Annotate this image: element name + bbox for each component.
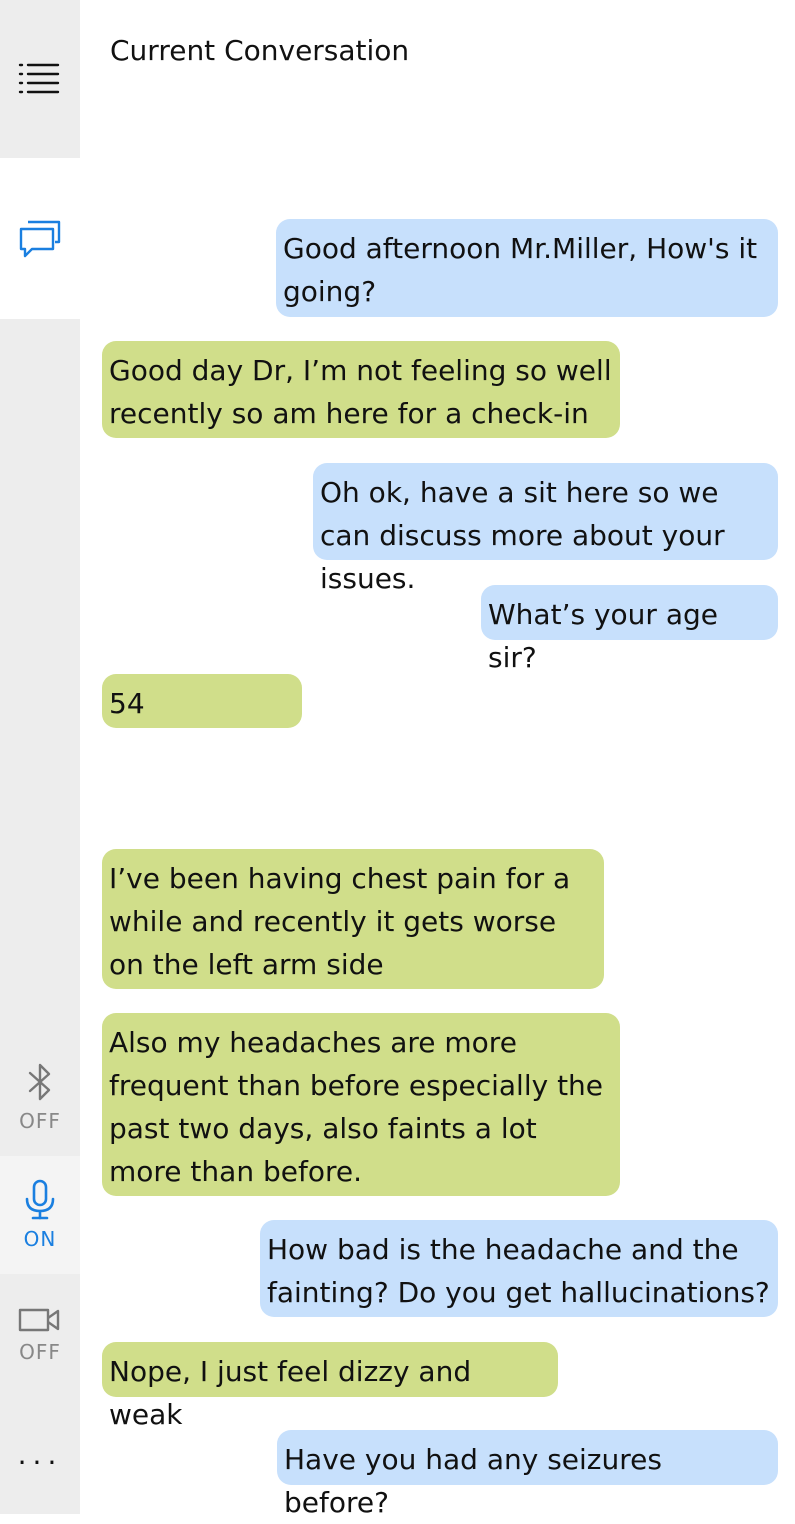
more-options-icon: ... [17,1438,63,1471]
message-doctor: How bad is the headache and the fainting… [260,1220,778,1317]
message-patient: Nope, I just feel dizzy and weak [102,1342,558,1431]
bluetooth-icon [28,1063,51,1101]
message-doctor: What’s your age sir? [481,585,778,674]
video-camera-icon [18,1308,60,1332]
message-patient: 54 [102,674,302,728]
bluetooth-status: OFF [19,1109,61,1133]
message-patient: I’ve been having chest pain for a while … [102,849,604,989]
microphone-status: ON [23,1227,57,1251]
hamburger-list-icon [18,63,60,94]
bluetooth-toggle[interactable]: OFF [0,1040,80,1154]
conversation-tab[interactable] [0,158,80,319]
menu-button[interactable] [0,0,80,158]
message-patient: Also my headaches are more frequent than… [102,1013,620,1196]
camera-toggle[interactable]: OFF [0,1276,80,1394]
message-patient: Good day Dr, I’m not feeling so well rec… [102,341,620,438]
message-doctor: Good afternoon Mr.Miller, How's it going… [276,219,778,317]
more-options-button[interactable]: ... [0,1400,80,1510]
chat-bubbles-icon [19,220,61,257]
sidebar: OFF ON OFF ... [0,0,80,1514]
camera-status: OFF [19,1340,61,1364]
page-title: Current Conversation [110,34,410,67]
message-doctor: Oh ok, have a sit here so we can discuss… [313,463,778,595]
microphone-icon [25,1179,55,1220]
message-doctor: Have you had any seizures before? [277,1430,778,1519]
microphone-toggle[interactable]: ON [0,1156,80,1274]
